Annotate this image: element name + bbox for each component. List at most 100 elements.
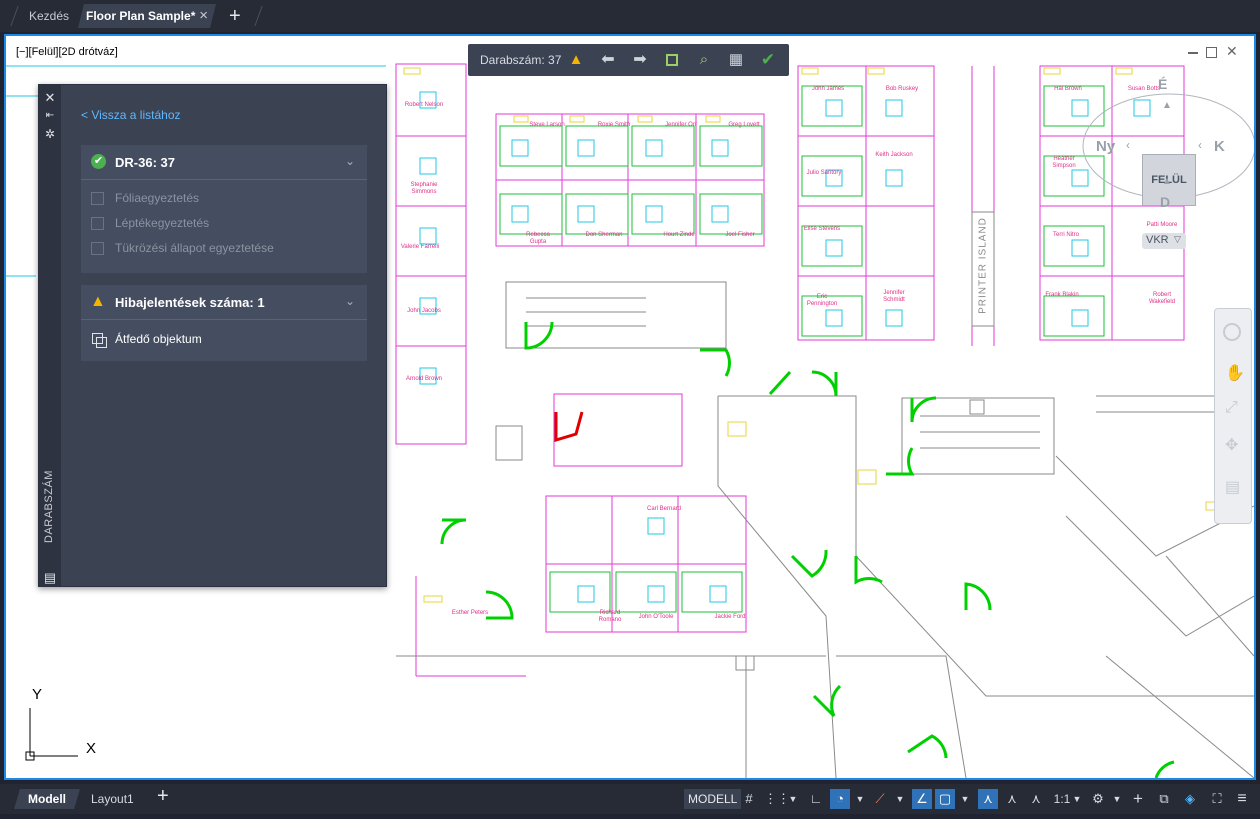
chevron-down-icon: ▽ <box>1174 234 1181 244</box>
occupant-name: Julio Santory <box>806 170 842 176</box>
ortho-icon[interactable]: ∟ <box>806 789 826 809</box>
arrow-left-icon[interactable]: ⬅ <box>598 50 618 70</box>
building-walls <box>396 281 1254 778</box>
polar-tracking-icon[interactable]: ◔ <box>830 789 850 809</box>
block-card-title: DR-36: 37 <box>115 155 175 170</box>
isolate-objects-icon[interactable]: ⧉ <box>1154 789 1174 809</box>
compass-north-label[interactable]: É <box>1158 76 1167 92</box>
compass-south-label[interactable]: D <box>1160 194 1170 210</box>
auto-scale-icon[interactable]: ⋏ <box>1002 789 1022 809</box>
insert-field-icon[interactable]: ▦ <box>726 50 746 70</box>
steering-wheel-icon[interactable] <box>1223 323 1241 341</box>
zoom-extents-icon[interactable] <box>662 50 682 70</box>
occupant-name: Patti Moore <box>1146 222 1178 228</box>
snap-icon[interactable]: ⋮⋮ <box>764 789 790 809</box>
object-snap-tracking-icon[interactable]: ∠ <box>912 789 932 809</box>
viewcube-right-arrow-icon[interactable]: ‹ <box>1198 138 1202 152</box>
chevron-down-icon[interactable]: ⌄ <box>345 294 355 308</box>
grid-icon[interactable]: # <box>739 789 759 809</box>
compass-east-label[interactable]: K <box>1214 138 1225 155</box>
status-bar: Modell Layout1 + MODELL # ⋮⋮ ▼ ∟ ◔ ▼ ⟋ ▼… <box>0 784 1260 814</box>
occupant-name: Frank Blakin <box>1045 292 1079 298</box>
compass-west-label[interactable]: Ny <box>1096 138 1115 155</box>
add-tab-button[interactable]: + <box>229 4 241 28</box>
orbit-icon[interactable]: ✥ <box>1225 435 1238 455</box>
model-space-button[interactable]: MODELL <box>684 789 742 809</box>
occupant-name: Steve Larson <box>529 122 565 128</box>
occupant-name: Arnold Brown <box>405 376 443 382</box>
chevron-down-icon[interactable]: ▼ <box>958 789 972 809</box>
occupant-name: Jennifer Orr <box>665 122 697 128</box>
chevron-down-icon[interactable]: ▼ <box>893 789 907 809</box>
checkbox[interactable] <box>91 242 104 255</box>
wcs-menu[interactable]: VKR ▽ <box>1142 233 1186 249</box>
issue-item-overlap[interactable]: Átfedő objektum <box>81 320 367 358</box>
block-card-header[interactable]: ✔ DR-36: 37 ⌄ <box>81 145 367 180</box>
checkbox[interactable] <box>91 192 104 205</box>
annotation-visibility-icon[interactable]: ⋏ <box>978 789 998 809</box>
check-item-label: Tükrözési állapot egyeztetése <box>115 241 274 255</box>
plus-icon[interactable]: + <box>1128 789 1148 809</box>
issues-card: ▲ Hibajelentések száma: 1 ⌄ Átfedő objek… <box>81 285 367 361</box>
viewport-window-controls: ✕ <box>1184 43 1248 60</box>
close-icon[interactable]: × <box>199 4 208 28</box>
checkbox[interactable] <box>91 217 104 230</box>
count-label-text: Darabszám: <box>480 53 545 67</box>
zoom-extents-nav-icon[interactable]: ⤢ <box>1225 399 1238 417</box>
overlapping-door-error[interactable] <box>554 411 584 443</box>
gear-icon[interactable]: ⚙ <box>1088 789 1108 809</box>
check-item-label: Fóliaegyeztetés <box>115 191 200 205</box>
desks <box>499 85 1105 613</box>
checkmark-icon[interactable]: ✔ <box>758 50 778 70</box>
occupant-name: Carl Bernard <box>646 506 681 512</box>
chevron-down-icon[interactable]: ⌄ <box>345 154 355 168</box>
clean-screen-icon[interactable]: ⛶ <box>1207 789 1227 809</box>
wcs-label: VKR <box>1146 234 1169 246</box>
chevron-down-icon[interactable]: ▼ <box>1110 789 1124 809</box>
add-layout-button[interactable]: + <box>157 785 169 808</box>
tab-layout1[interactable]: Layout1 <box>91 789 134 809</box>
count-palette-icon: ▤ <box>43 570 57 585</box>
menu-icon[interactable]: ≡ <box>1232 789 1252 809</box>
warning-icon[interactable]: ▲ <box>566 50 586 70</box>
occupant-name: Stephanie Simmons <box>410 182 438 195</box>
arrow-right-icon[interactable]: ➡ <box>630 50 650 70</box>
navigation-bar: ✋ ⤢ ✥ ▤ <box>1214 308 1252 524</box>
object-snap-icon[interactable]: ▢ <box>935 789 955 809</box>
tab-model[interactable]: Modell <box>14 789 80 809</box>
occupant-name: Robert Nelson <box>404 102 444 108</box>
issues-card-header[interactable]: ▲ Hibajelentések száma: 1 ⌄ <box>81 285 367 320</box>
back-to-list-link[interactable]: < Vissza a listához <box>81 108 181 122</box>
viewcube-up-arrow-icon[interactable]: ▲ <box>1162 100 1172 111</box>
occupant-name: John Jacobs <box>407 308 441 314</box>
viewport-controls-label[interactable]: [−][Felül][2D drótváz] <box>16 46 118 58</box>
viewcube-down-arrow-icon[interactable]: ▲ <box>1162 176 1172 187</box>
close-icon[interactable]: ✕ <box>1226 43 1238 60</box>
occupant-name: Jackie Ford <box>714 614 746 620</box>
hardware-acceleration-icon[interactable]: ◈ <box>1180 789 1200 809</box>
chevron-down-icon[interactable]: ▼ <box>1070 789 1084 809</box>
occupant-name: Bob Ruskey <box>885 86 919 92</box>
close-icon[interactable]: ✕ <box>43 91 57 105</box>
count-toolbar-label: Darabszám: 37 <box>480 53 561 67</box>
occupant-name: Joel Fisher <box>725 232 755 238</box>
auto-hide-icon[interactable]: ⇤ <box>43 109 57 123</box>
find-block-icon[interactable]: ⌕ <box>694 50 714 70</box>
minimize-icon[interactable] <box>1188 52 1198 54</box>
check-item-layer[interactable]: Fóliaegyeztetés <box>81 187 367 212</box>
pan-icon[interactable]: ✋ <box>1225 363 1245 383</box>
properties-icon[interactable]: ✲ <box>43 127 57 141</box>
tab-home[interactable]: Kezdés <box>29 4 69 28</box>
ucs-axes <box>25 708 78 761</box>
showmotion-icon[interactable]: ▤ <box>1225 477 1240 497</box>
restore-icon[interactable] <box>1206 47 1217 58</box>
viewcube-left-arrow-icon[interactable]: ‹ <box>1126 138 1130 152</box>
chevron-down-icon[interactable]: ▼ <box>853 789 867 809</box>
check-item-label: Léptékegyeztetés <box>115 216 210 230</box>
check-item-scale[interactable]: Léptékegyeztetés <box>81 212 367 237</box>
tab-floor-plan-sample[interactable]: Floor Plan Sample* × <box>78 4 216 28</box>
annotation-scale-icon[interactable]: ⋏ <box>1026 789 1046 809</box>
check-item-mirror[interactable]: Tükrözési állapot egyeztetése <box>81 237 367 262</box>
chevron-down-icon[interactable]: ▼ <box>786 789 800 809</box>
isodraft-icon[interactable]: ⟋ <box>870 789 890 809</box>
